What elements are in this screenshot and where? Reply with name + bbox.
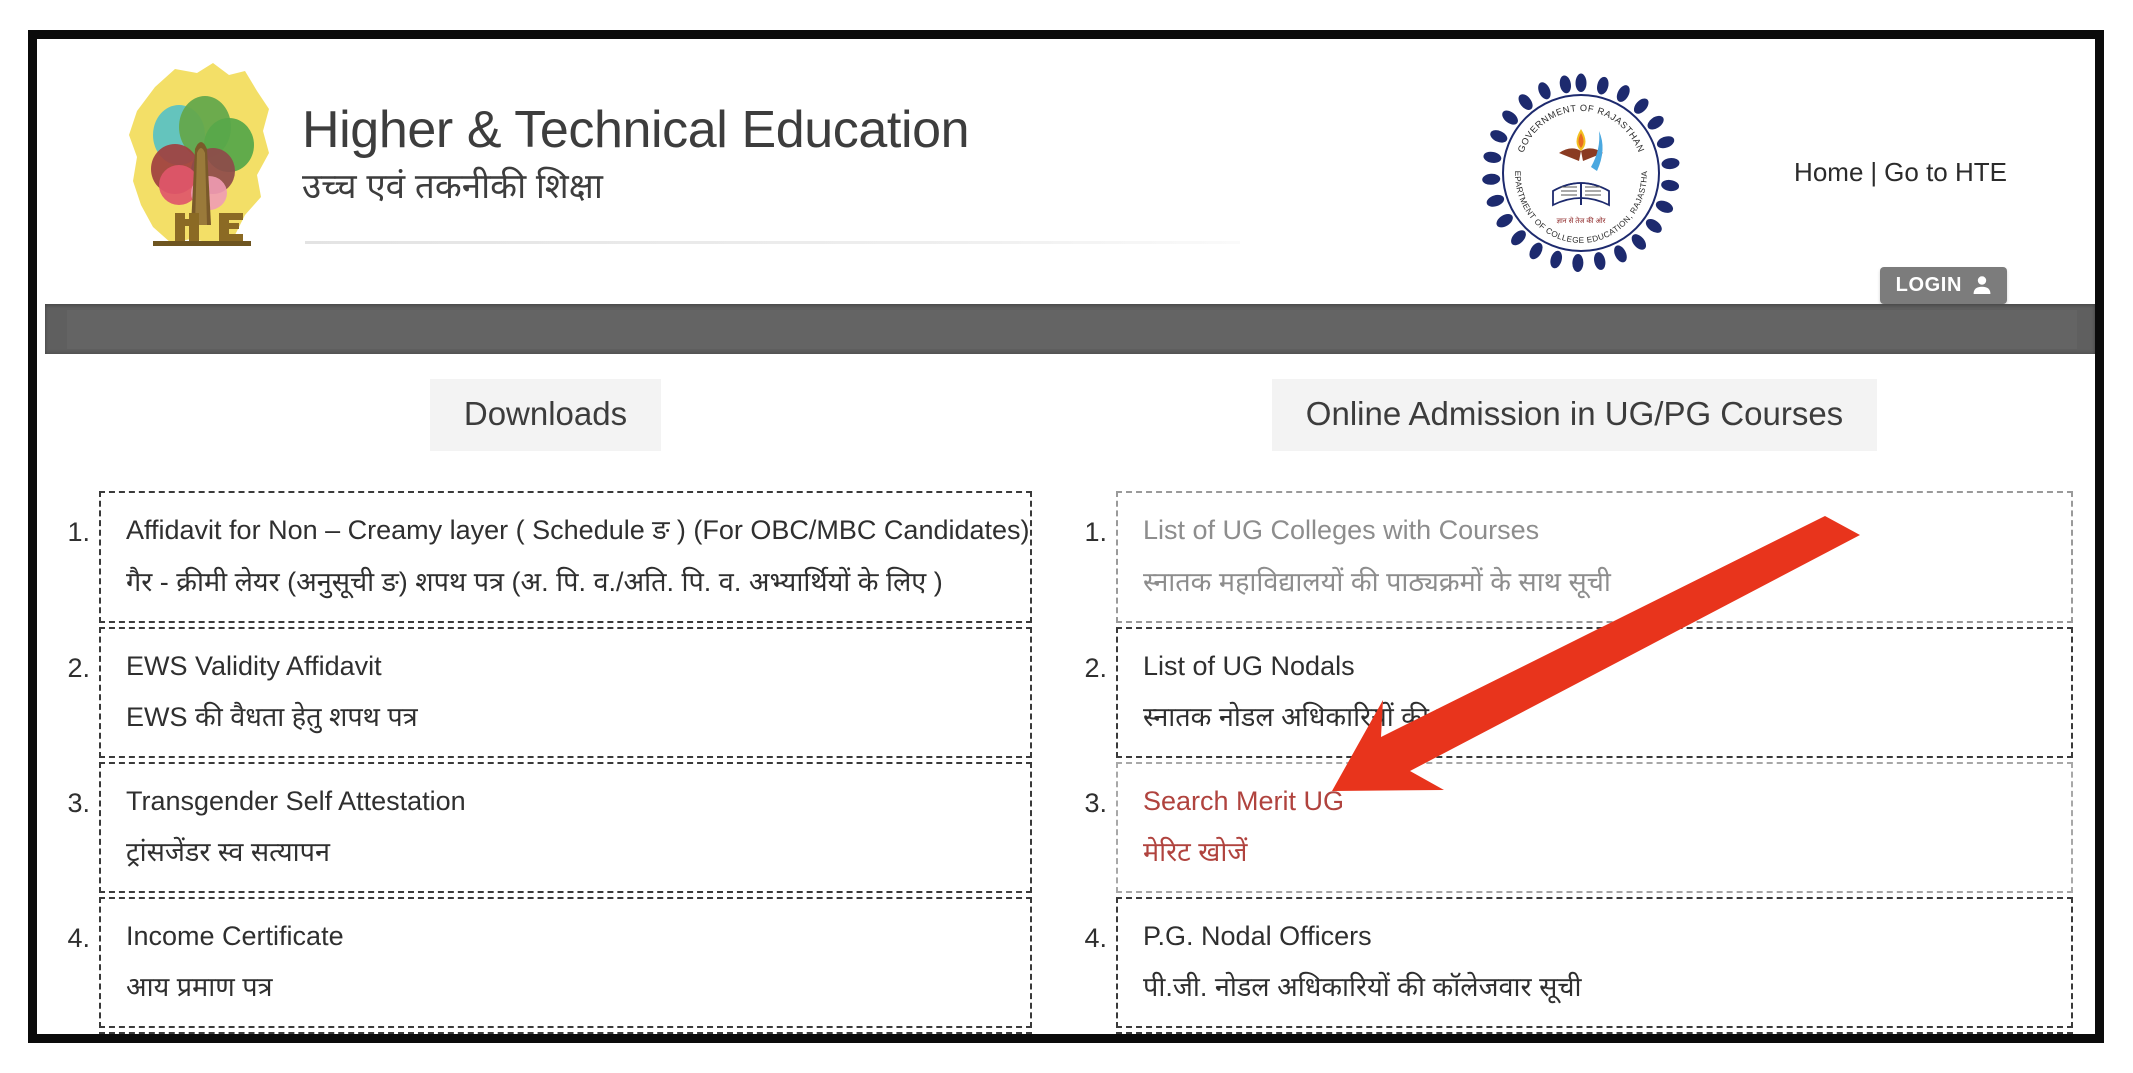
list-item[interactable]: 5. View / Print Application form: [1076, 1032, 2073, 1034]
list-item-label-hi: स्नातक नोडल अधिकारियों की सूची: [1143, 701, 1479, 732]
list-item-label-hi: गैर - क्रीमी लेयर (अनुसूची ङ) शपथ पत्र (…: [126, 566, 943, 597]
downloads-list: 1. Affidavit for Non – Creamy layer ( Sc…: [59, 491, 1032, 1034]
list-item-label-hi: EWS की वैधता हेतु शपथ पत्र: [126, 701, 418, 732]
list-item[interactable]: 4. Income Certificate आय प्रमाण पत्र: [59, 897, 1032, 1029]
page-title: Higher & Technical Education: [302, 101, 970, 159]
list-item[interactable]: 5. Gap Year Certificate: [59, 1032, 1032, 1034]
list-item-number: 3.: [67, 787, 90, 818]
login-button-label: LOGIN: [1895, 274, 1962, 296]
government-emblem-icon: GOVERNMENT OF RAJASTHAN DEPARTMENT OF CO…: [1478, 66, 1681, 273]
list-item-box[interactable]: Transgender Self Attestation ट्रांसजेंडर…: [99, 761, 1032, 893]
list-item[interactable]: 2. List of UG Nodals स्नातक नोडल अधिकारि…: [1076, 626, 2073, 758]
admission-panel-title: Online Admission in UG/PG Courses: [1271, 379, 1878, 452]
list-item-label-en: Transgender Self Attestation: [126, 785, 466, 816]
list-item-number: 2.: [67, 652, 90, 683]
list-item-label-hi: मेरिट खोजें: [1143, 837, 1248, 868]
list-item-label-en: List of UG Colleges with Courses: [1143, 515, 1540, 546]
nav-link-home[interactable]: Home: [1794, 157, 1863, 188]
list-item-search-merit-ug[interactable]: 3. Search Merit UG मेरिट खोजें: [1076, 761, 2073, 893]
list-item-number: 4.: [1084, 923, 1107, 953]
admission-list: 1. List of UG Colleges with Courses स्ना…: [1076, 491, 2073, 1034]
list-item[interactable]: 2. EWS Validity Affidavit EWS की वैधता ह…: [59, 626, 1032, 758]
brand-text: Higher & Technical Education उच्च एवं तक…: [302, 57, 970, 208]
navigation-bar-inner: [67, 310, 2077, 349]
list-item-label-en: Affidavit for Non – Creamy layer ( Sched…: [126, 515, 1030, 546]
page-subtitle: उच्च एवं तकनीकी शिक्षा: [302, 166, 603, 206]
nav-link-go-to-hte[interactable]: Go to HTE: [1884, 157, 2007, 188]
list-item-box[interactable]: List of UG Nodals स्नातक नोडल अधिकारियों…: [1116, 626, 2073, 758]
header-divider: [305, 241, 1240, 244]
list-item[interactable]: 3. Transgender Self Attestation ट्रांसजे…: [59, 761, 1032, 893]
list-item-label-hi: पी.जी. नोडल अधिकारियों की कॉलेजवार सूची: [1143, 972, 1582, 1003]
list-item-box[interactable]: Affidavit for Non – Creamy layer ( Sched…: [99, 491, 1032, 623]
list-item[interactable]: 1. List of UG Colleges with Courses स्ना…: [1076, 491, 2073, 623]
list-item-label-hi: आय प्रमाण पत्र: [126, 972, 273, 1003]
list-item-number: 3.: [1084, 787, 1107, 818]
list-item-label-en: EWS Validity Affidavit: [126, 650, 382, 681]
downloads-column: Downloads 1. Affidavit for Non – Creamy …: [37, 357, 1058, 1034]
admission-column: Online Admission in UG/PG Courses 1. Lis…: [1058, 357, 2095, 1034]
list-item-label-en: List of UG Nodals: [1143, 650, 1355, 681]
list-item-number: 5.: [1076, 1032, 1116, 1034]
site-header: Higher & Technical Education उच्च एवं तक…: [37, 39, 2095, 304]
web-page: Higher & Technical Education उच्च एवं तक…: [37, 39, 2095, 1034]
list-item-box[interactable]: Search Merit UG मेरिट खोजें: [1116, 761, 2073, 893]
main-navigation-bar[interactable]: [45, 304, 2095, 354]
brand-block: Higher & Technical Education उच्च एवं तक…: [117, 57, 970, 252]
list-item-box[interactable]: P.G. Nodal Officers पी.जी. नोडल अधिकारिय…: [1116, 897, 2073, 1029]
list-item[interactable]: 4. P.G. Nodal Officers पी.जी. नोडल अधिका…: [1076, 897, 2073, 1029]
list-item-label-en: P.G. Nodal Officers: [1143, 921, 1372, 951]
user-icon: [1971, 274, 1993, 296]
main-content: Downloads 1. Affidavit for Non – Creamy …: [37, 357, 2095, 1034]
list-item-box[interactable]: View / Print Application form: [1116, 1032, 2073, 1034]
list-item[interactable]: 1. Affidavit for Non – Creamy layer ( Sc…: [59, 491, 1032, 623]
list-item-label-hi: स्नातक महाविद्यालयों की पाठ्यक्रमों के स…: [1143, 566, 1611, 597]
list-item-number: 4.: [67, 923, 90, 953]
list-item-number: 1.: [1084, 517, 1107, 548]
nav-separator: |: [1870, 157, 1878, 187]
list-item-box[interactable]: Income Certificate आय प्रमाण पत्र: [99, 897, 1032, 1029]
login-button[interactable]: LOGIN: [1879, 267, 2007, 304]
hte-logo-icon: [117, 57, 282, 252]
list-item-label-hi: ट्रांसजेंडर स्व सत्यापन: [126, 837, 330, 868]
list-item-label-en: Income Certificate: [126, 921, 344, 951]
svg-text:ज्ञान से तेज की ओर: ज्ञान से तेज की ओर: [1556, 216, 1605, 225]
list-item-number: 2.: [1084, 652, 1107, 683]
list-item-box[interactable]: List of UG Colleges with Courses स्नातक …: [1116, 491, 2073, 623]
screenshot-root: Higher & Technical Education उच्च एवं तक…: [0, 0, 2133, 1073]
list-item-box[interactable]: Gap Year Certificate: [99, 1032, 1032, 1034]
list-item-number: 5.: [59, 1032, 99, 1034]
header-nav: Home | Go to HTE LOGIN: [1794, 157, 2007, 304]
screenshot-border-frame: Higher & Technical Education उच्च एवं तक…: [28, 30, 2104, 1043]
list-item-number: 1.: [67, 517, 90, 548]
list-item-box[interactable]: EWS Validity Affidavit EWS की वैधता हेतु…: [99, 626, 1032, 758]
downloads-panel-title: Downloads: [429, 379, 662, 452]
list-item-label-en: Search Merit UG: [1143, 785, 1345, 816]
